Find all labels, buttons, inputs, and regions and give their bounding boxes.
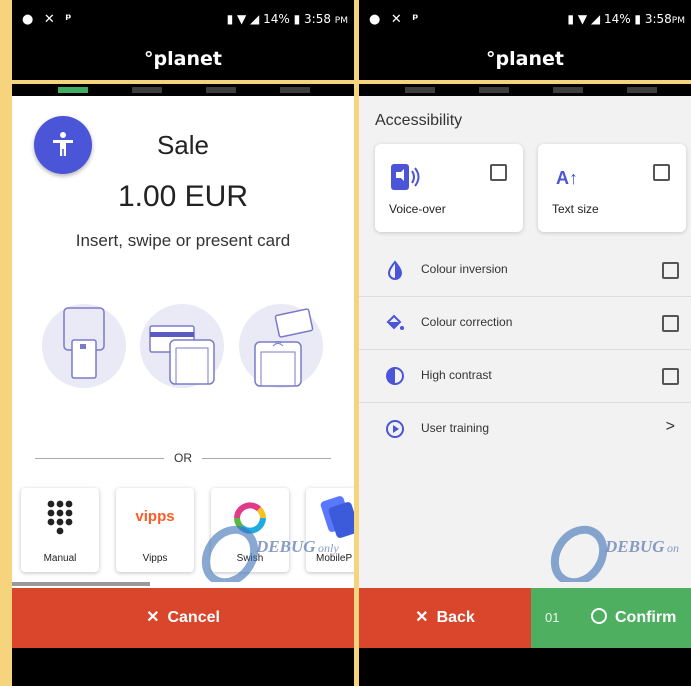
step-1: [58, 87, 88, 93]
insert-card-icon: [63, 307, 105, 379]
debug-suffix: on: [667, 541, 679, 555]
close-icon: ✕: [146, 609, 160, 626]
high-contrast-checkbox[interactable]: [662, 368, 679, 385]
swipe-card-icon: [149, 325, 215, 385]
chevron-right-icon: >: [665, 418, 675, 435]
or-separator: OR: [12, 449, 354, 467]
swipe-card-illustration: [140, 304, 224, 388]
voice-over-card[interactable]: Voice-over: [375, 144, 523, 232]
vipps-logo: vipps: [135, 508, 175, 525]
debug-text: DEBUG: [604, 537, 665, 556]
payment-option-label: Manual: [43, 553, 77, 564]
confirm-button[interactable]: 01 Confirm: [531, 588, 691, 648]
step-4: [280, 87, 310, 93]
status-right: ▮ ▼ ◢ 14% ▮ 3:58 PM: [226, 12, 348, 26]
battery-level: 14%: [263, 12, 290, 26]
clock: 3:58: [644, 12, 672, 26]
text-size-label: Text size: [552, 202, 599, 216]
step-3: [553, 87, 583, 93]
debug-logo: DEBUG on: [550, 525, 679, 587]
payment-option-manual[interactable]: Manual: [21, 488, 99, 572]
clock-suffix: PM: [671, 16, 685, 26]
debug-watermark: DEBUG only: [200, 522, 350, 587]
payment-option-vipps[interactable]: vipps Vipps: [116, 488, 194, 572]
step-indicator: [12, 84, 354, 96]
option-high-contrast[interactable]: High contrast: [359, 350, 691, 403]
text-size-card[interactable]: A↑ Text size: [538, 144, 686, 232]
voice-over-label: Voice-over: [389, 202, 446, 216]
confirm-counter: 01: [545, 610, 560, 625]
option-label: Colour correction: [421, 315, 513, 329]
colour-correction-icon: [386, 314, 404, 330]
transaction-title: Sale: [156, 130, 210, 160]
clock-suffix: PM: [334, 16, 348, 26]
accessibility-screen: ● ✕ ᵖ ▮ ▼ ◢ 14% ▮ 3:58PM °planet Accessi…: [359, 0, 691, 686]
close-icon: ✕: [415, 609, 429, 626]
option-user-training[interactable]: User training >: [359, 403, 691, 455]
debug-logo: DEBUG only: [201, 525, 339, 587]
option-label: User training: [421, 421, 490, 435]
text-size-icon: A↑: [556, 168, 578, 188]
insert-card-illustration: [42, 304, 126, 388]
text-size-checkbox[interactable]: [653, 164, 670, 181]
back-label: Back: [436, 609, 475, 626]
option-label: Colour inversion: [421, 262, 508, 276]
debug-watermark: DEBUG on: [549, 522, 691, 587]
horizontal-scrollbar[interactable]: [12, 582, 150, 586]
option-colour-correction[interactable]: Colour correction: [359, 297, 691, 350]
navigation-bar: [12, 648, 354, 686]
voice-over-icon: [391, 164, 420, 190]
back-button[interactable]: ✕ Back: [359, 588, 531, 648]
option-colour-inversion[interactable]: Colour inversion: [359, 244, 691, 297]
step-1: [405, 87, 435, 93]
colour-inversion-icon: [387, 260, 403, 280]
step-3: [206, 87, 236, 93]
transaction-amount: 1.00 EUR: [117, 180, 249, 213]
confirm-label: Confirm: [615, 609, 677, 626]
step-indicator: [359, 84, 691, 96]
colour-inversion-checkbox[interactable]: [662, 262, 679, 279]
card-instruction: Insert, swipe or present card: [75, 231, 291, 250]
play-circle-icon: [386, 420, 404, 438]
contactless-card-illustration: [239, 304, 323, 388]
debug-suffix: only: [318, 541, 339, 555]
cancel-label: Cancel: [167, 609, 220, 626]
page-title: Accessibility: [375, 112, 463, 129]
battery-level: 14%: [603, 12, 631, 26]
step-4: [627, 87, 657, 93]
status-bar: ● ✕ ᵖ ▮ ▼ ◢ 14% ▮ 3:58PM: [359, 0, 691, 44]
brand-logo: °planet: [359, 44, 691, 80]
circle-icon: [591, 608, 607, 624]
clock: 3:58: [304, 12, 331, 26]
status-right: ▮ ▼ ◢ 14% ▮ 3:58PM: [567, 12, 685, 26]
step-2: [479, 87, 509, 93]
debug-text: DEBUG: [255, 537, 316, 556]
contactless-card-icon: [254, 308, 314, 387]
keypad-icon: [47, 500, 73, 535]
voice-over-checkbox[interactable]: [490, 164, 507, 181]
navigation-bar: [359, 648, 691, 686]
high-contrast-icon: [386, 367, 404, 385]
colour-correction-checkbox[interactable]: [662, 315, 679, 332]
step-2: [132, 87, 162, 93]
cancel-button[interactable]: ✕ Cancel: [12, 588, 354, 648]
payment-option-label: Vipps: [142, 553, 168, 564]
status-bar: ● ✕ ᵖ ▮ ▼ ◢ 14% ▮ 3:58 PM: [12, 0, 354, 44]
sale-screen: ● ✕ ᵖ ▮ ▼ ◢ 14% ▮ 3:58 PM °planet Sale 1…: [12, 0, 354, 686]
status-left-icons: ● ✕ ᵖ: [22, 12, 75, 27]
option-label: High contrast: [421, 368, 492, 382]
brand-logo: °planet: [12, 44, 354, 80]
or-label: OR: [164, 451, 202, 465]
confirm-content: Confirm: [591, 588, 676, 648]
status-left-icons: ● ✕ ᵖ: [369, 12, 422, 27]
